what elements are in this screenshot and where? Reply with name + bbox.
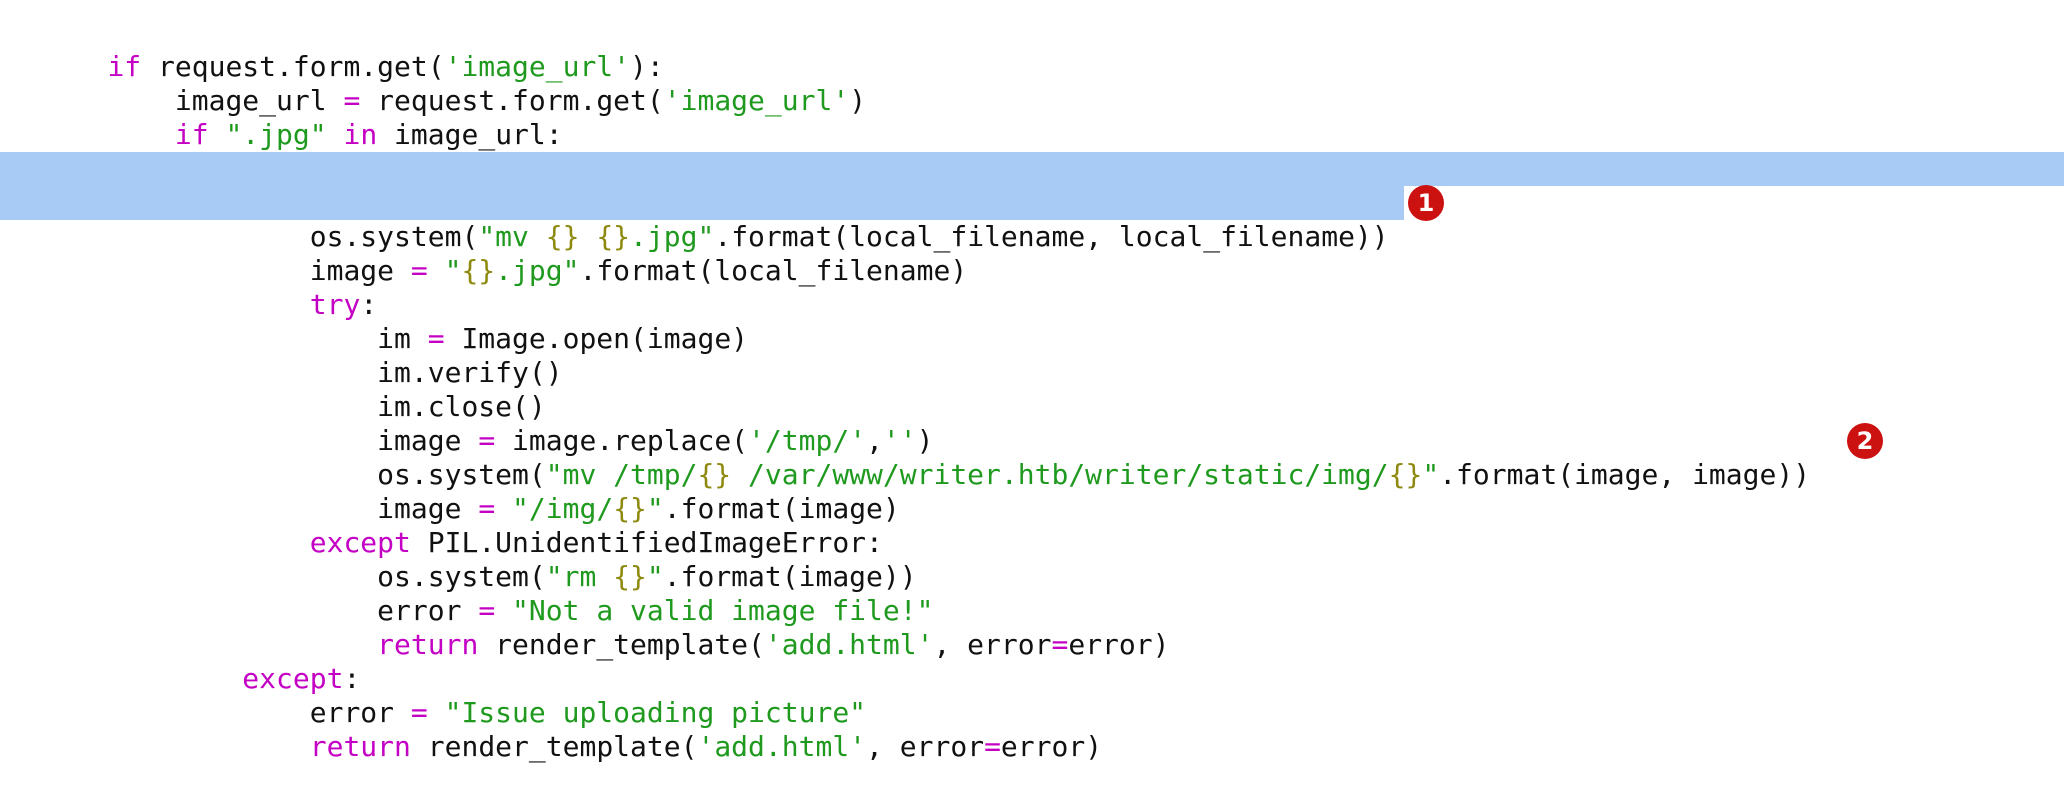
code-line: error = "Issue uploading picture"	[0, 662, 2064, 729]
code-line: try:	[0, 118, 2064, 185]
code-line: return render_template('add.html', error…	[0, 594, 2064, 661]
code-line-selected: local_filename, headers = urllib.request…	[0, 152, 2064, 219]
code-line: im = Image.open(image)	[0, 288, 2064, 355]
code-line: if ".jpg" in image_url:	[0, 84, 2064, 151]
code-line: os.system("rm {}".format(image))	[0, 526, 2064, 593]
annotation-marker-1: 1	[1408, 185, 1444, 221]
code-line: except PIL.UnidentifiedImageError:	[0, 492, 2064, 559]
code-token: render_template(	[410, 730, 698, 763]
code-view: if request.form.get('image_url'): image_…	[0, 16, 2064, 763]
code-line: error = "Not a valid image file!"	[0, 560, 2064, 627]
code-line: image_url = request.form.get('image_url'…	[0, 50, 2064, 117]
string-token: 'add.html'	[697, 730, 867, 763]
operator-token: =	[984, 730, 1001, 763]
code-line-selected: os.system("mv {} {}.jpg".format(local_fi…	[0, 185, 2064, 253]
keyword-token: return	[309, 730, 411, 763]
code-line: try:	[0, 254, 2064, 321]
code-line: return render_template('add.html', error…	[0, 696, 2064, 763]
annotation-marker-2: 2	[1847, 423, 1883, 459]
code-line: im.close()	[0, 356, 2064, 423]
code-line: image = image.replace('/tmp/','')	[0, 390, 2064, 457]
code-line: image = "/img/{}".format(image)	[0, 458, 2064, 525]
code-line: im.verify()	[0, 322, 2064, 389]
code-line: if request.form.get('image_url'):	[0, 16, 2064, 83]
code-line: except:	[0, 628, 2064, 695]
code-token: error)	[1000, 730, 1103, 763]
code-token: , error	[866, 730, 985, 763]
code-line: os.system("mv /tmp/{} /var/www/writer.ht…	[0, 423, 2064, 491]
code-line: image = "{}.jpg".format(local_filename)	[0, 220, 2064, 287]
